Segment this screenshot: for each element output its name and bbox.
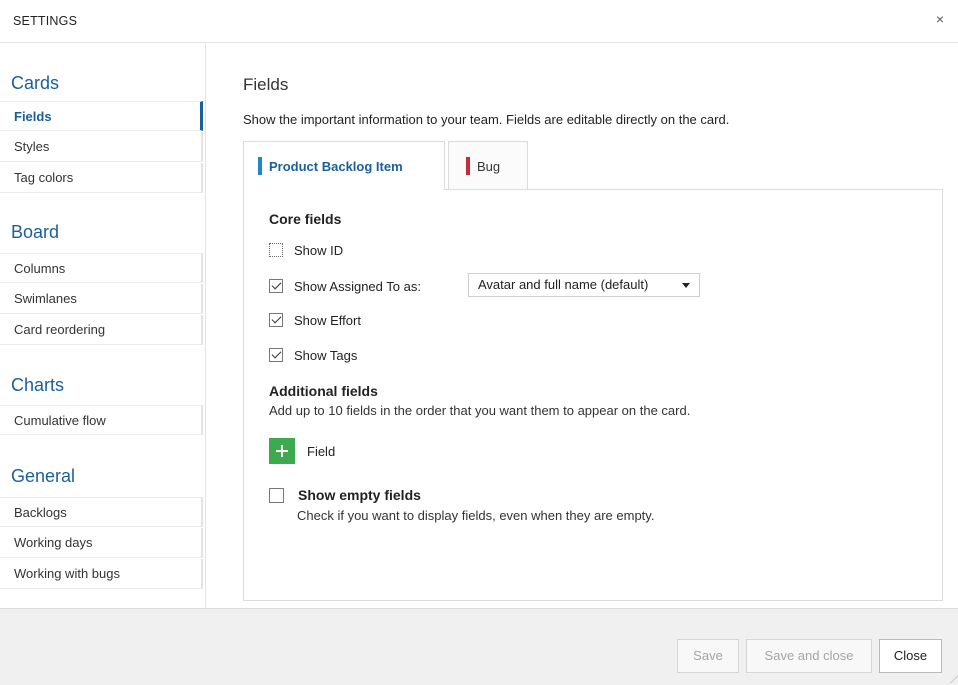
show-effort-row: Show Effort [269,310,361,330]
dialog-titlebar: SETTINGS × [0,0,958,43]
sidebar-item-swimlanes[interactable]: Swimlanes [0,284,203,314]
show-tags-row: Show Tags [269,345,357,365]
section-title-general: General [11,466,76,486]
close-icon[interactable]: × [932,11,948,27]
show-assigned-label: Show Assigned To as: [294,278,421,294]
show-assigned-checkbox[interactable] [269,279,283,293]
show-id-checkbox[interactable] [269,243,283,257]
tab-product-backlog-item[interactable]: Product Backlog Item [243,141,445,190]
resize-grip-icon[interactable] [941,673,958,683]
show-effort-label: Show Effort [294,312,361,328]
show-tags-label: Show Tags [294,347,358,363]
show-empty-fields-row: Show empty fields [269,486,421,504]
settings-dialog: SETTINGS × Cards Fields Styles Tag color… [0,0,958,685]
additional-fields-heading: Additional fields [269,383,378,399]
dialog-footer: Save Save and close Close [0,608,958,685]
show-id-label: Show ID [294,242,344,258]
show-tags-checkbox[interactable] [269,348,283,362]
sidebar-item-working-days[interactable]: Working days [0,528,203,558]
tab-bug[interactable]: Bug [448,141,528,189]
plus-icon [269,438,295,464]
add-field-label: Field [307,443,336,459]
section-title-board: Board [11,222,60,242]
show-empty-fields-help: Check if you want to display fields, eve… [297,508,655,523]
sidebar-item-backlogs[interactable]: Backlogs [0,497,203,527]
additional-fields-help: Add up to 10 fields in the order that yo… [269,403,691,418]
caret-down-icon [682,283,690,288]
tab-label: Product Backlog Item [269,159,403,174]
show-empty-fields-checkbox[interactable] [269,487,284,503]
page-title: Fields [243,75,289,94]
assigned-display-value: Avatar and full name (default) [478,277,649,292]
sidebar-item-fields[interactable]: Fields [0,101,203,131]
section-title-cards: Cards [11,73,60,93]
close-button[interactable]: Close [879,639,942,673]
sidebar-item-working-with-bugs[interactable]: Working with bugs [0,559,203,589]
add-field-button[interactable]: Field [269,438,335,464]
fields-panel: Core fields Show ID Show Assigned To as:… [243,189,943,601]
dialog-title: SETTINGS [13,14,78,28]
show-id-row: Show ID [269,240,343,260]
page-description: Show the important information to your t… [243,112,730,127]
tab-label: Bug [477,159,501,174]
save-and-close-button[interactable]: Save and close [746,639,872,673]
tab-color-bar [258,157,262,175]
assigned-display-dropdown[interactable]: Avatar and full name (default) [468,273,700,297]
section-title-charts: Charts [11,375,65,395]
settings-sidebar: Cards Fields Styles Tag colors Board Col… [0,43,206,608]
sidebar-item-columns[interactable]: Columns [0,253,203,283]
save-button[interactable]: Save [677,639,739,673]
sidebar-item-cumulative-flow[interactable]: Cumulative flow [0,405,203,435]
sidebar-item-tag-colors[interactable]: Tag colors [0,163,203,193]
show-assigned-row: Show Assigned To as: Avatar and full nam… [269,273,709,297]
sidebar-item-card-reordering[interactable]: Card reordering [0,315,203,345]
sidebar-item-styles[interactable]: Styles [0,132,203,162]
core-fields-heading: Core fields [269,211,342,227]
tab-color-bar [466,157,470,175]
show-effort-checkbox[interactable] [269,313,283,327]
show-empty-fields-label: Show empty fields [298,487,421,503]
